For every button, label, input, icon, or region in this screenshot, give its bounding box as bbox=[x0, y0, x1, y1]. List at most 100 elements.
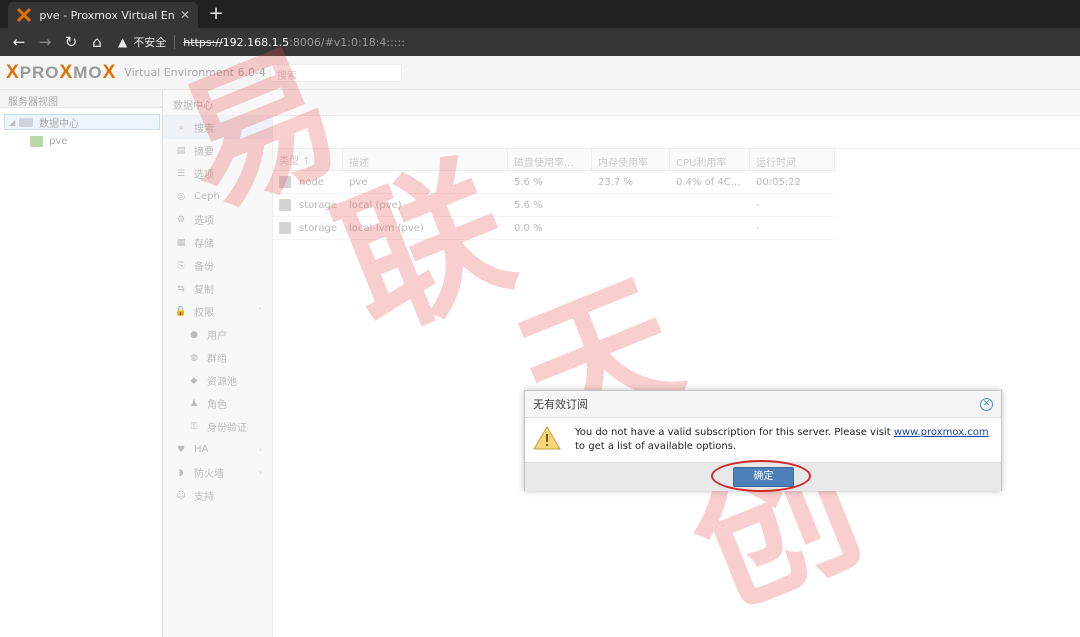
menu-item-label: 搜索 bbox=[194, 124, 214, 135]
close-icon[interactable]: ✕ bbox=[980, 398, 993, 411]
resource-tree: 服务器视图 ◢ 数据中心 pve bbox=[0, 90, 163, 637]
menu-item[interactable]: ☺ 支持 bbox=[163, 484, 272, 507]
menu-item-icon: ⎘ bbox=[177, 260, 185, 271]
url-separator bbox=[174, 35, 176, 49]
menu-item-icon: ▦ bbox=[176, 237, 186, 248]
server-view-selector[interactable]: 服务器视图 bbox=[0, 90, 162, 108]
menu-item[interactable]: ☰ 选项 bbox=[163, 162, 272, 185]
node-icon bbox=[30, 135, 43, 147]
table-cell: 23.7 % bbox=[598, 176, 633, 188]
ok-button[interactable]: 确定 bbox=[733, 467, 794, 487]
logo-x-end: X bbox=[102, 61, 117, 83]
column-header[interactable]: 类型 ↑ bbox=[273, 149, 343, 170]
forward-button[interactable]: → bbox=[32, 30, 58, 54]
url-field[interactable]: ▲ 不安全 https:// 192.168.1.5 :8006/#v1:0:1… bbox=[118, 31, 405, 53]
proxmox-logo: X PRO X MO X bbox=[6, 62, 116, 84]
panel-title: 数据中心 bbox=[163, 90, 1080, 116]
dialog-footer: 确定 bbox=[525, 460, 1001, 492]
datacenter-icon bbox=[19, 117, 33, 127]
menu-item[interactable]: ⎘ 备份 bbox=[163, 254, 272, 277]
column-header[interactable]: 磁盘使用率... bbox=[508, 149, 592, 170]
chevron-icon[interactable]: ˅ bbox=[258, 307, 262, 316]
toolbar bbox=[273, 116, 1080, 149]
proxmox-link[interactable]: www.proxmox.com bbox=[894, 427, 989, 438]
menu-item[interactable]: 🔓 权限 ˅ bbox=[163, 300, 272, 323]
menu-item[interactable]: ♟ 角色 bbox=[163, 392, 272, 415]
content-panel: 数据中心 ⌕ 搜索 ▤ 摘要 ☰ 选项 ◎ Ceph ⚙ 选项 ▦ 存储 ⎘ 备份 ⇆ 复制 🔓 权限 ˅ ● 用户 ◍ 群… bbox=[163, 90, 1080, 637]
chevron-icon[interactable]: › bbox=[259, 445, 262, 454]
menu-item-icon: ⇆ bbox=[177, 283, 185, 294]
new-tab-button[interactable]: + bbox=[206, 3, 226, 24]
type-cell: storage bbox=[273, 199, 343, 211]
menu-item[interactable]: ⚿ 身份验证 bbox=[163, 415, 272, 438]
tree-item-node[interactable]: pve bbox=[0, 133, 162, 149]
back-button[interactable]: ← bbox=[6, 30, 32, 54]
menu-item-icon: ◗ bbox=[178, 467, 184, 478]
menu-item-label: 权限 bbox=[194, 308, 214, 319]
logo-text-a: PRO bbox=[19, 62, 60, 82]
menu-item[interactable]: ⚙ 选项 bbox=[163, 208, 272, 231]
table-cell: local (pve) bbox=[349, 199, 402, 211]
grid-header: 类型 ↑ 描述 磁盘使用率... 内存使用率 CPU利用率 运行时间 bbox=[273, 149, 835, 171]
menu-item[interactable]: ◗ 防火墙 › bbox=[163, 461, 272, 484]
menu-item[interactable]: ◎ Ceph bbox=[163, 185, 272, 208]
grid-body: node pve 5.6 % 23.7 % 0.4% of 4C... 00:05:22 s… bbox=[273, 171, 835, 240]
menu-item[interactable]: ⇆ 复制 bbox=[163, 277, 272, 300]
tree-item-datacenter[interactable]: ◢ 数据中心 bbox=[4, 114, 160, 130]
column-header[interactable]: 描述 bbox=[343, 149, 508, 170]
type-label: storage bbox=[299, 222, 337, 234]
table-cell: pve bbox=[349, 176, 368, 188]
menu-item-label: 选项 bbox=[194, 170, 214, 181]
table-cell: 00:05:22 bbox=[756, 176, 801, 188]
url-host: 192.168.1.5 bbox=[222, 35, 290, 49]
reload-button[interactable]: ↻ bbox=[58, 30, 84, 54]
browser-address-bar: ← → ↻ ⌂ ▲ 不安全 https:// 192.168.1.5 :8006… bbox=[0, 28, 1080, 56]
url-scheme: https:// bbox=[183, 35, 223, 49]
logo-text-b: MO bbox=[73, 62, 103, 82]
browser-tab-bar: pve - Proxmox Virtual Environment ✕ + bbox=[0, 0, 1080, 28]
column-header[interactable]: CPU利用率 bbox=[670, 149, 750, 170]
search-input[interactable]: 搜索 bbox=[270, 64, 402, 82]
menu-item-icon: ⌕ bbox=[178, 122, 184, 133]
menu-item-label: 备份 bbox=[194, 262, 214, 273]
close-tab-icon[interactable]: ✕ bbox=[180, 8, 190, 22]
chevron-icon[interactable]: › bbox=[259, 468, 262, 477]
menu-item-label: 群组 bbox=[207, 354, 227, 365]
table-row[interactable]: storage local (pve) 5.6 % - bbox=[273, 194, 835, 217]
tree-item-label: 数据中心 bbox=[39, 118, 79, 130]
warning-icon bbox=[533, 426, 561, 450]
column-header[interactable]: 内存使用率 bbox=[592, 149, 670, 170]
menu-item-icon: ▤ bbox=[176, 145, 186, 156]
menu-item[interactable]: ▤ 摘要 bbox=[163, 139, 272, 162]
table-cell: 0.0 % bbox=[514, 222, 543, 234]
resource-grid: 类型 ↑ 描述 磁盘使用率... 内存使用率 CPU利用率 运行时间 node pve 5.6… bbox=[273, 149, 835, 240]
proxmox-favicon-icon bbox=[16, 7, 31, 23]
table-row[interactable]: node pve 5.6 % 23.7 % 0.4% of 4C... 00:05:22 bbox=[273, 171, 835, 194]
menu-item-label: 用户 bbox=[207, 331, 227, 342]
table-row[interactable]: storage local-lvm (pve) 0.0 % - bbox=[273, 217, 835, 240]
browser-tab[interactable]: pve - Proxmox Virtual Environment ✕ bbox=[8, 2, 198, 28]
menu-item[interactable]: ⌕ 搜索 bbox=[163, 116, 272, 139]
menu-item-label: 角色 bbox=[207, 400, 227, 411]
collapse-icon[interactable]: ◢ bbox=[9, 118, 19, 127]
menu-item-icon: ● bbox=[190, 329, 198, 340]
menu-item[interactable]: ● 用户 bbox=[163, 323, 272, 346]
tab-title: pve - Proxmox Virtual Environment bbox=[39, 8, 174, 22]
menu-item[interactable]: ▦ 存储 bbox=[163, 231, 272, 254]
menu-item-icon: ♟ bbox=[189, 398, 199, 409]
menu-item-icon: ⚙ bbox=[176, 214, 186, 225]
url-path: :8006/#v1:0:18:4::::: bbox=[289, 35, 405, 49]
menu-item[interactable]: ◆ 资源池 bbox=[163, 369, 272, 392]
menu-item-label: 选项 bbox=[194, 216, 214, 227]
menu-item-icon: ◍ bbox=[190, 352, 198, 363]
menu-item-icon: ☺ bbox=[176, 490, 186, 501]
menu-item[interactable]: ♥ HA › bbox=[163, 438, 272, 461]
menu-item-icon: ☰ bbox=[176, 168, 186, 179]
home-button[interactable]: ⌂ bbox=[84, 30, 110, 54]
table-cell: - bbox=[756, 222, 760, 234]
table-cell: 5.6 % bbox=[514, 176, 543, 188]
menu-item-icon: ◎ bbox=[177, 191, 185, 202]
tree-item-label: pve bbox=[49, 135, 68, 147]
menu-item[interactable]: ◍ 群组 bbox=[163, 346, 272, 369]
column-header[interactable]: 运行时间 bbox=[750, 149, 835, 170]
